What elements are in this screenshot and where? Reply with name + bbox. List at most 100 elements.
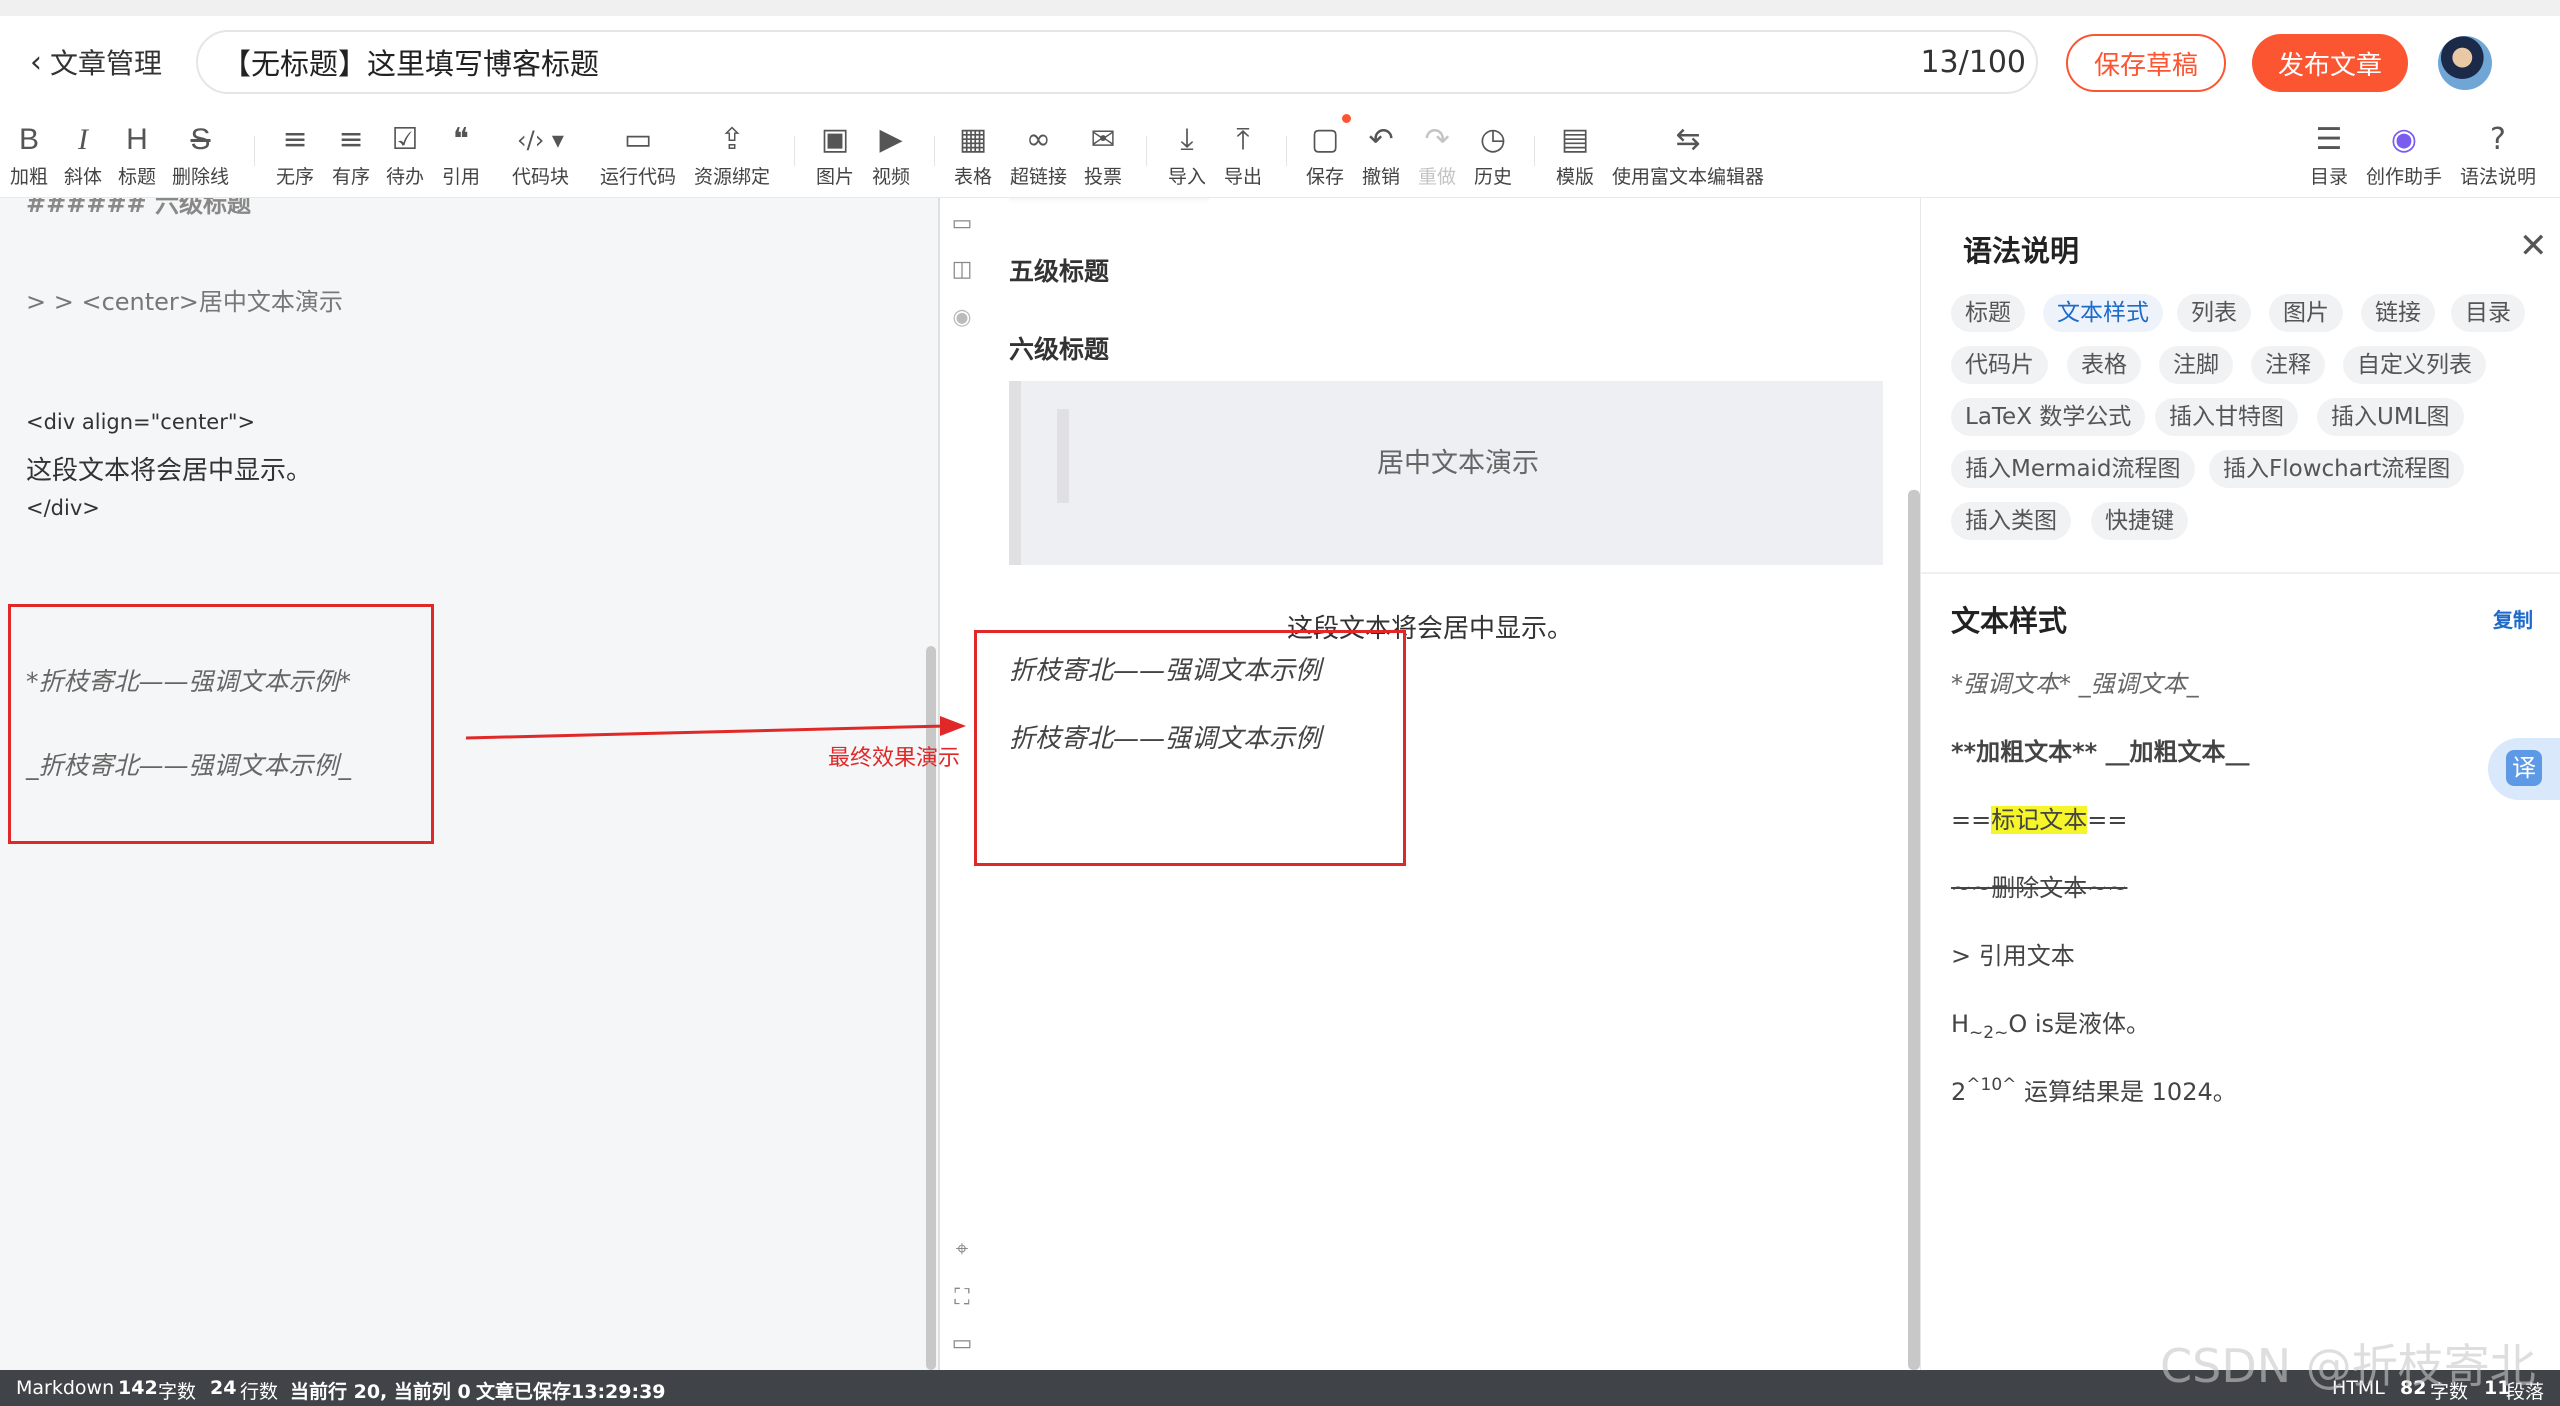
tool-vote[interactable]: ✉ 投票 <box>1084 120 1122 189</box>
chip-mermaid[interactable]: 插入Mermaid流程图 <box>1951 450 2195 488</box>
chip-table[interactable]: 表格 <box>2067 346 2141 384</box>
mark-suffix: == <box>2087 806 2128 834</box>
tool-quote[interactable]: ❝ 引用 <box>442 120 480 189</box>
publish-button[interactable]: 发布文章 <box>2252 34 2408 92</box>
annotation-box-source <box>8 604 434 844</box>
heading-icon: H <box>126 123 148 156</box>
tool-label: 语法说明 <box>2460 166 2537 188</box>
tool-italic[interactable]: I 斜体 <box>64 120 102 189</box>
tool-strikethrough[interactable]: S 删除线 <box>172 120 229 189</box>
chip-uml[interactable]: 插入UML图 <box>2317 398 2464 436</box>
tool-bold[interactable]: B 加粗 <box>10 120 48 189</box>
chip-shortcuts[interactable]: 快捷键 <box>2091 502 2188 540</box>
tool-redo[interactable]: ↷ 重做 <box>1418 120 1456 189</box>
tool-heading[interactable]: H 标题 <box>118 120 156 189</box>
chip-footnote[interactable]: 注脚 <box>2159 346 2233 384</box>
chip-class-diagram[interactable]: 插入类图 <box>1951 502 2071 540</box>
top-strip <box>0 0 2560 16</box>
section-title: 文本样式 <box>1951 604 2068 638</box>
chip-heading[interactable]: 标题 <box>1951 294 2025 332</box>
syntax-help-panel: 语法说明 ✕ 标题 文本样式 列表 图片 链接 目录 代码片 表格 注脚 注释 … <box>1920 198 2560 1370</box>
fullscreen-icon[interactable]: ⛶ <box>950 1286 974 1310</box>
chip-code[interactable]: 代码片 <box>1951 346 2048 384</box>
sup-prefix: 2 <box>1951 1078 1967 1106</box>
chip-list[interactable]: 列表 <box>2177 294 2251 332</box>
tool-video[interactable]: ▶ 视频 <box>872 120 910 189</box>
chip-text-style[interactable]: 文本样式 <box>2043 294 2163 332</box>
bold-icon: B <box>19 123 40 156</box>
chevron-left-icon: ‹ <box>30 44 42 80</box>
tool-hyperlink[interactable]: ∞ 超链接 <box>1010 120 1067 189</box>
tool-code-block[interactable]: ‹/› ▾ 代码块 <box>512 120 569 189</box>
editor-line[interactable]: > > <center>居中文本演示 <box>26 282 343 317</box>
status-line-count: 24 <box>210 1377 237 1399</box>
chip-gantt[interactable]: 插入甘特图 <box>2155 398 2298 436</box>
robot-icon: ◉ <box>2390 122 2418 157</box>
tool-label: 运行代码 <box>600 166 677 188</box>
status-mode: Markdown <box>16 1377 115 1399</box>
strikethrough-icon: S <box>190 123 211 156</box>
preview-mode-icon[interactable]: ▭ <box>950 1332 974 1356</box>
tool-rich-text-editor[interactable]: ⇆ 使用富文本编辑器 <box>1612 120 1764 189</box>
tool-image[interactable]: ▣ 图片 <box>816 120 854 189</box>
editor-line[interactable]: <div align="center"> <box>26 410 255 434</box>
tool-import[interactable]: ⤓ 导入 <box>1168 120 1206 189</box>
mark-prefix: == <box>1951 806 1992 834</box>
syntax-title: 语法说明 <box>1963 234 2080 268</box>
tool-label: 资源绑定 <box>694 166 771 188</box>
title-input[interactable]: 【无标题】这里填写博客标题 13/100 <box>196 30 2038 94</box>
tool-history[interactable]: ◷ 历史 <box>1474 120 1512 189</box>
tool-label: 代码块 <box>512 166 570 188</box>
layout-split-icon[interactable]: ◫ <box>950 258 974 282</box>
avatar[interactable] <box>2438 36 2492 90</box>
tool-label: 保存 <box>1306 166 1345 188</box>
eye-icon[interactable]: ◉ <box>950 306 974 330</box>
section-divider <box>1921 572 2560 574</box>
tool-creation-assistant[interactable]: ◉ 创作助手 <box>2366 120 2442 189</box>
tool-undo[interactable]: ↶ 撤销 <box>1362 120 1400 189</box>
chip-link[interactable]: 链接 <box>2361 294 2435 332</box>
tool-label: 创作助手 <box>2366 166 2443 188</box>
tool-export[interactable]: ⤒ 导出 <box>1224 120 1262 189</box>
italic-icon: I <box>78 123 88 156</box>
tool-save[interactable]: ▢ 保存 <box>1306 120 1344 189</box>
close-icon[interactable]: ✕ <box>2519 226 2548 266</box>
preview-h6: 六级标题 <box>1009 335 1110 364</box>
translate-button[interactable]: 译 <box>2488 738 2560 800</box>
copy-button[interactable]: 复制 <box>2493 604 2533 633</box>
title-char-count: 13/100 <box>1920 44 2026 80</box>
link-icon: ∞ <box>1026 122 1051 157</box>
locate-icon[interactable]: ⌖ <box>950 1238 974 1262</box>
tool-label: 图片 <box>816 166 855 188</box>
editor-line[interactable]: </div> <box>26 496 100 520</box>
status-cursor: 当前行 20, 当前列 0 <box>290 1381 471 1403</box>
chip-flowchart[interactable]: 插入Flowchart流程图 <box>2209 450 2465 488</box>
tool-label: 无序 <box>276 166 315 188</box>
tool-ordered-list[interactable]: ≡ 有序 <box>332 120 370 189</box>
save-draft-button[interactable]: 保存草稿 <box>2066 34 2226 92</box>
chip-comment[interactable]: 注释 <box>2251 346 2325 384</box>
tool-resource-binding[interactable]: ⇪ 资源绑定 <box>694 120 770 189</box>
chip-custom-list[interactable]: 自定义列表 <box>2343 346 2486 384</box>
tool-syntax-help[interactable]: ? 语法说明 <box>2460 120 2536 189</box>
chip-latex[interactable]: LaTeX 数学公式 <box>1951 398 2146 436</box>
tool-toc[interactable]: ☰ 目录 <box>2310 120 2348 189</box>
chip-toc[interactable]: 目录 <box>2451 294 2525 332</box>
tool-label: 有序 <box>332 166 371 188</box>
title-text[interactable]: 【无标题】这里填写博客标题 <box>222 41 599 83</box>
tool-template[interactable]: ▤ 模版 <box>1556 120 1594 189</box>
tool-table[interactable]: ▦ 表格 <box>954 120 992 189</box>
unordered-list-icon: ≡ <box>282 122 308 157</box>
editor-line[interactable]: 这段文本将会居中显示。 <box>26 450 312 487</box>
example-subscript: H~2~O is是液体。 <box>1951 1004 2150 1043</box>
tool-run-code[interactable]: ▭ 运行代码 <box>600 120 676 189</box>
tool-todo[interactable]: ☑ 待办 <box>386 120 424 189</box>
status-char-count: 142 <box>118 1377 158 1399</box>
tool-unordered-list[interactable]: ≡ 无序 <box>276 120 314 189</box>
back-to-article-management[interactable]: ‹ 文章管理 <box>30 42 162 82</box>
layout-single-icon[interactable]: ▭ <box>950 212 974 236</box>
preview-scrollbar[interactable] <box>1908 490 1920 1370</box>
editor-line[interactable]: ###### 六级标题 <box>26 198 251 219</box>
tool-label: 斜体 <box>64 166 103 188</box>
chip-image[interactable]: 图片 <box>2269 294 2343 332</box>
